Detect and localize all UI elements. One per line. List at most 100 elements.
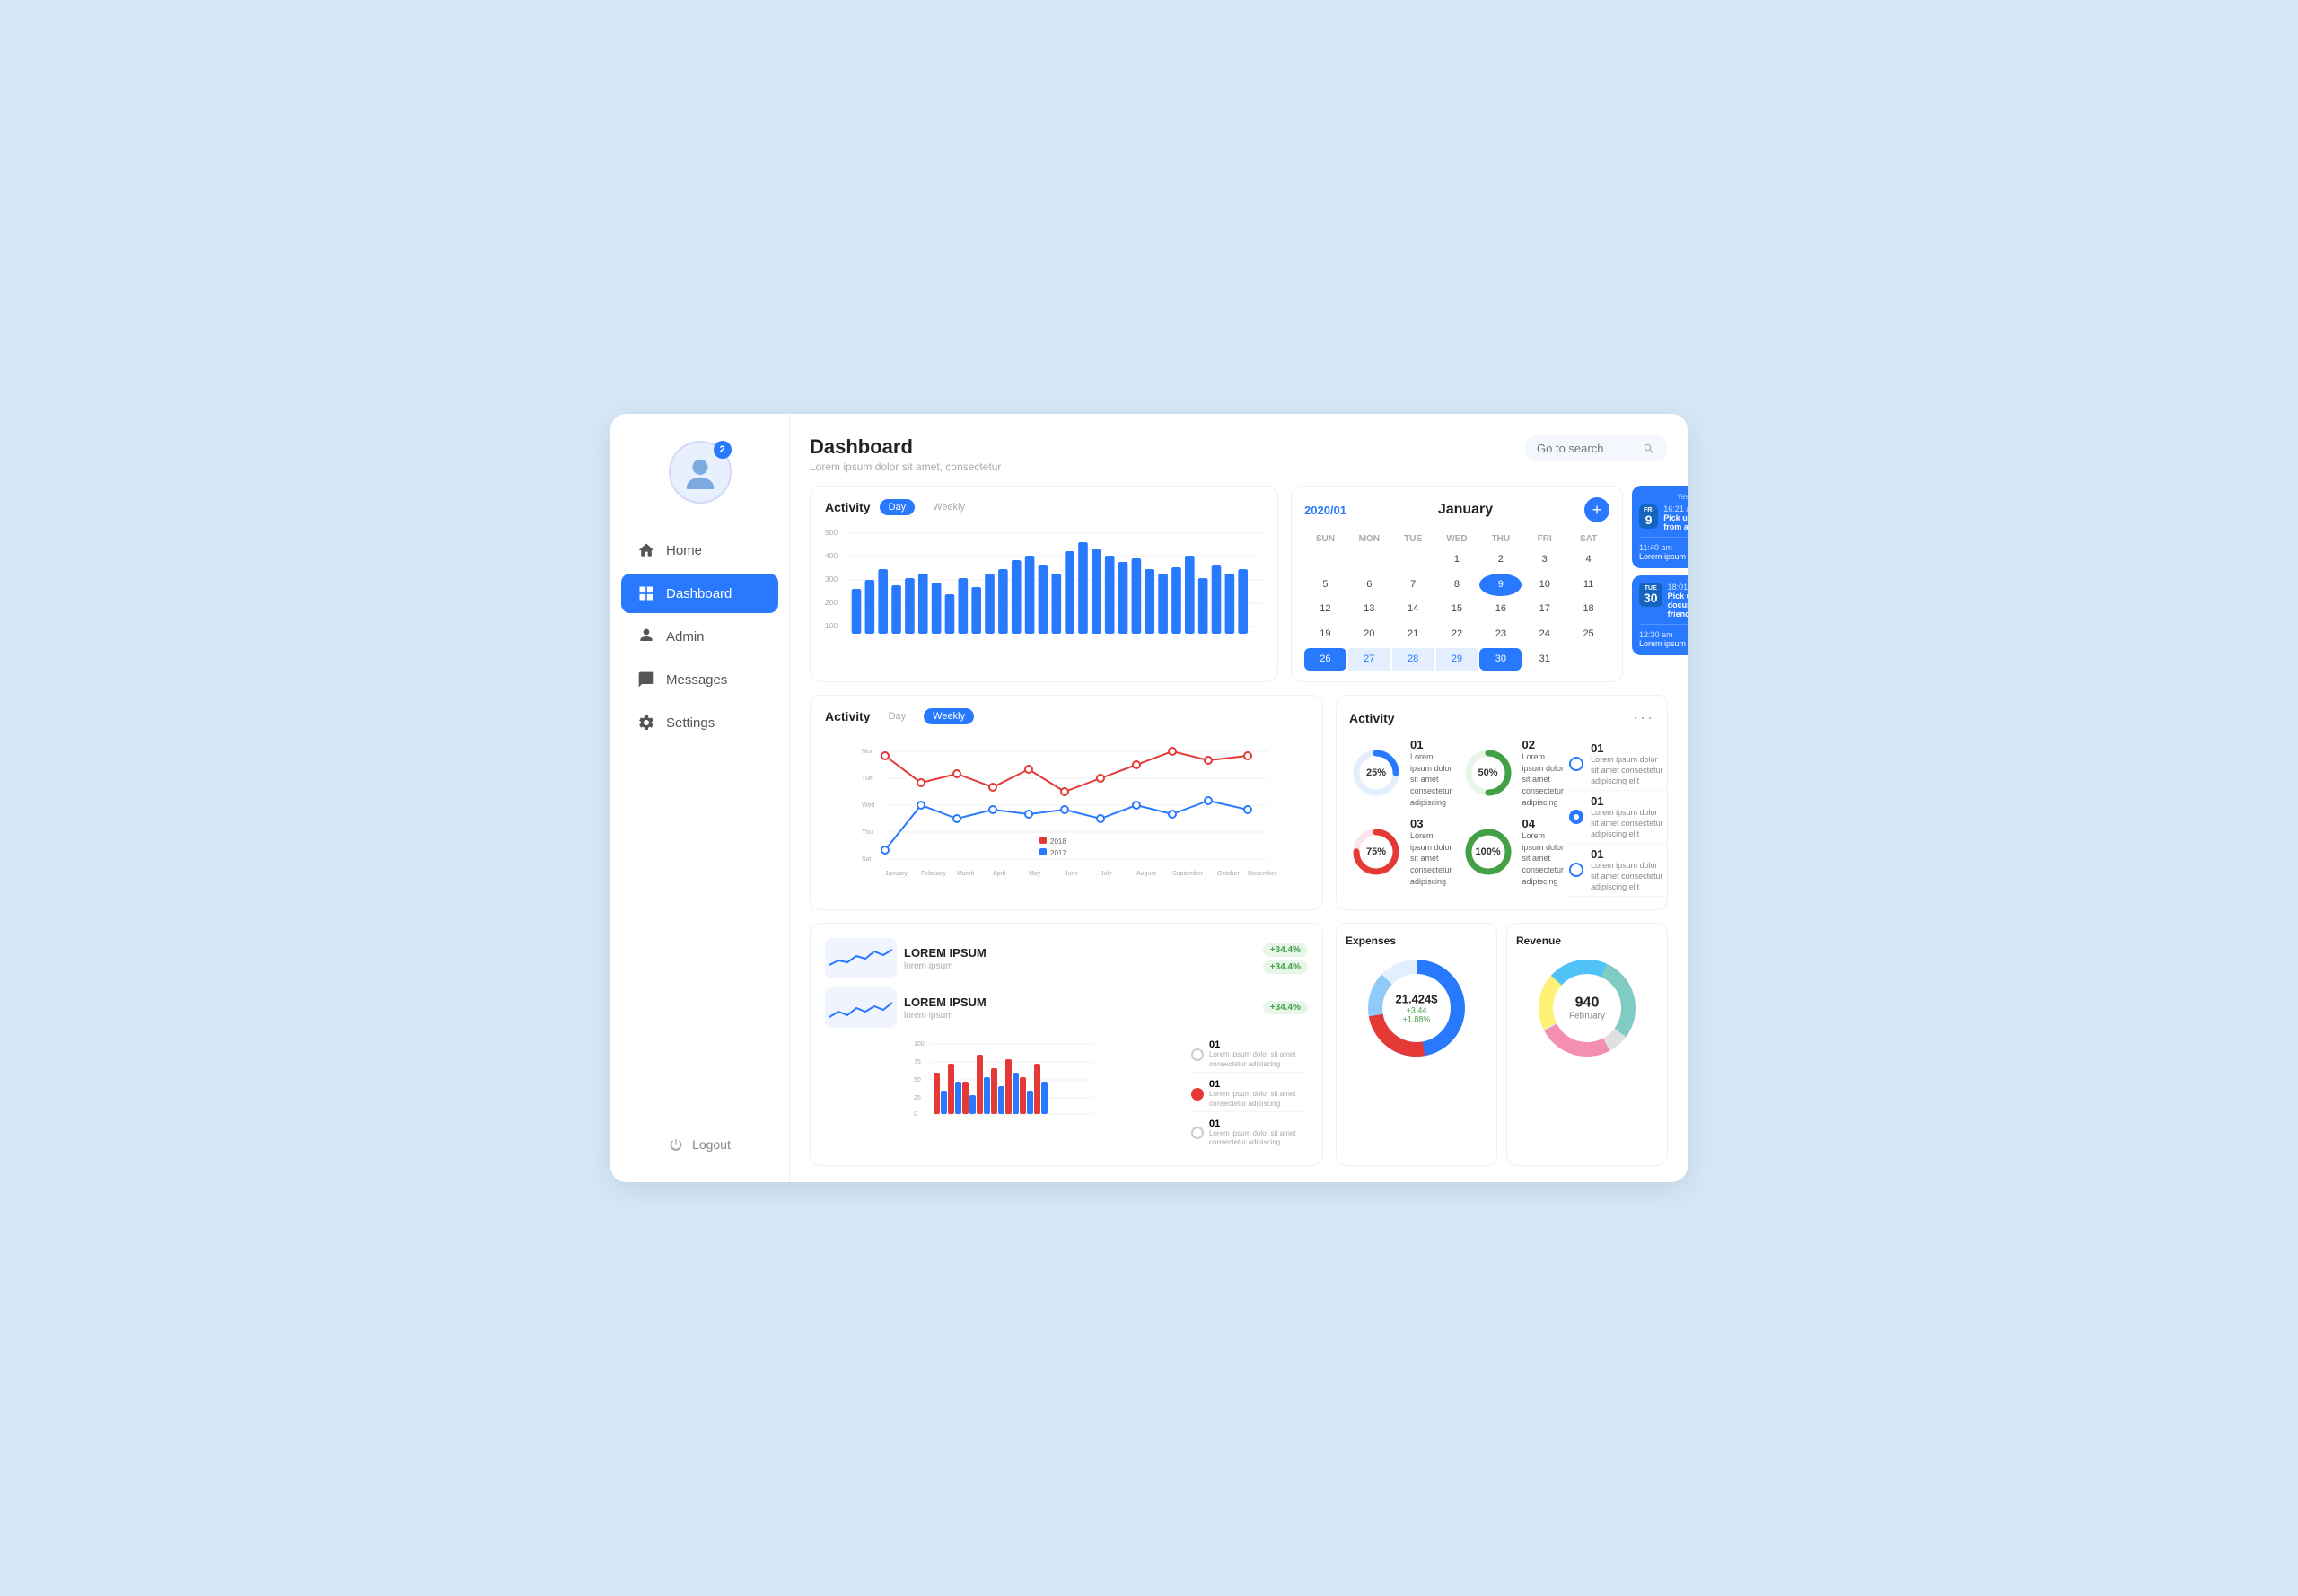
- event-tue: TUE 30 18:01 am Pick up documents from a…: [1632, 575, 1688, 655]
- bar-chart-header: Activity Day Weekly: [825, 499, 1263, 515]
- donut-label-2: 50%: [1478, 767, 1498, 778]
- circle-num-4: 04: [1522, 817, 1565, 830]
- tab-day-line-button[interactable]: Day: [880, 708, 916, 724]
- user-icon: [683, 455, 717, 489]
- svg-text:October: October: [1217, 871, 1241, 877]
- expenses-card: Expenses 21.424$ +3.44 +1.88%: [1336, 923, 1497, 1165]
- expenses-revenue-section: Expenses 21.424$ +3.44 +1.88%: [1336, 923, 1668, 1165]
- sparkline-svg-1: [829, 943, 892, 974]
- cal-day[interactable]: 19: [1304, 623, 1346, 646]
- cal-day[interactable]: 31: [1523, 648, 1566, 671]
- cal-day[interactable]: 3: [1523, 548, 1566, 572]
- cal-day[interactable]: 27: [1348, 648, 1390, 671]
- cal-day[interactable]: 10: [1523, 574, 1566, 597]
- event-tue-first: TUE 30 18:01 am Pick up documents from a…: [1639, 583, 1688, 618]
- cal-header-sun: SUN: [1304, 531, 1346, 547]
- cal-day[interactable]: [1304, 548, 1346, 572]
- cal-day[interactable]: 20: [1348, 623, 1390, 646]
- expenses-change2: +1.88%: [1396, 1015, 1438, 1024]
- cal-day[interactable]: 28: [1392, 648, 1434, 671]
- stats-right-desc-2: Lorem ipsum dolor sit amet consectetur a…: [1209, 1090, 1308, 1109]
- cal-day[interactable]: 2: [1479, 548, 1522, 572]
- cal-day[interactable]: 15: [1436, 598, 1478, 621]
- cal-day-highlighted[interactable]: 30: [1479, 648, 1522, 671]
- bottom-row: LOREM IPSUM lorem ipsum +34.4% +34.4%: [810, 923, 1668, 1165]
- svg-text:100: 100: [914, 1041, 925, 1048]
- svg-text:100: 100: [825, 622, 838, 630]
- sidebar: 2 Home Dashboard Admin: [610, 414, 790, 1182]
- more-options-button[interactable]: ···: [1633, 708, 1654, 727]
- cal-day[interactable]: 7: [1392, 574, 1434, 597]
- donut-label-1: 25%: [1366, 767, 1386, 778]
- circle-num-3: 03: [1410, 817, 1452, 830]
- cal-day[interactable]: 29: [1436, 648, 1478, 671]
- calendar-card: 2020/01 January + SUN MON TUE WED THU FR…: [1291, 486, 1623, 682]
- search-input[interactable]: [1537, 442, 1636, 455]
- sidebar-item-messages[interactable]: Messages: [621, 660, 778, 699]
- act-right-content-3: 01 Lorem ipsum dolor sit amet consectetu…: [1591, 847, 1668, 892]
- revenue-title: Revenue: [1516, 934, 1561, 947]
- cal-day[interactable]: 11: [1567, 574, 1609, 597]
- cal-day[interactable]: 22: [1436, 623, 1478, 646]
- cal-day[interactable]: 12: [1304, 598, 1346, 621]
- activity-right-list: 01 Lorem ipsum dolor sit amet consectetu…: [1569, 738, 1668, 897]
- svg-text:June: June: [1065, 871, 1078, 877]
- header-text: Dashboard Lorem ipsum dolor sit amet, co…: [810, 435, 1001, 473]
- sidebar-item-dashboard[interactable]: Dashboard: [621, 574, 778, 613]
- tab-weekly-button[interactable]: Weekly: [924, 499, 974, 515]
- cal-day[interactable]: [1348, 548, 1390, 572]
- stats-right-item-1: 01 Lorem ipsum dolor sit amet consectetu…: [1191, 1037, 1308, 1073]
- tab-day-button[interactable]: Day: [880, 499, 916, 515]
- svg-text:November: November: [1248, 871, 1277, 877]
- cal-day[interactable]: 4: [1567, 548, 1609, 572]
- cal-day[interactable]: 24: [1523, 623, 1566, 646]
- cal-day[interactable]: 14: [1392, 598, 1434, 621]
- cal-day-highlighted[interactable]: 26: [1304, 648, 1346, 671]
- cal-day[interactable]: 13: [1348, 598, 1390, 621]
- sidebar-item-home[interactable]: Home: [621, 531, 778, 570]
- sidebar-item-admin[interactable]: Admin: [621, 617, 778, 656]
- cal-day[interactable]: 17: [1523, 598, 1566, 621]
- act-right-num-1: 01: [1591, 741, 1668, 755]
- tab-weekly-line-button[interactable]: Weekly: [924, 708, 974, 724]
- act-radio-inner-2: [1574, 814, 1579, 820]
- cal-day[interactable]: 5: [1304, 574, 1346, 597]
- stats-badge-1a: +34.4%: [1263, 943, 1308, 957]
- add-event-button[interactable]: +: [1584, 497, 1609, 522]
- cal-day[interactable]: 1: [1436, 548, 1478, 572]
- cal-header-sat: SAT: [1567, 531, 1609, 547]
- sidebar-item-settings[interactable]: Settings: [621, 703, 778, 742]
- main-header: Dashboard Lorem ipsum dolor sit amet, co…: [810, 435, 1668, 473]
- act-right-item-1: 01 Lorem ipsum dolor sit amet consectetu…: [1569, 738, 1668, 791]
- line-chart-title: Activity: [825, 709, 871, 723]
- cal-day[interactable]: 25: [1567, 623, 1609, 646]
- cal-day[interactable]: 21: [1392, 623, 1434, 646]
- svg-text:0: 0: [914, 1111, 917, 1118]
- cal-day[interactable]: 23: [1479, 623, 1522, 646]
- svg-text:May: May: [1029, 871, 1041, 877]
- stats-right-num-2: 01: [1209, 1079, 1308, 1090]
- cal-day-today[interactable]: 9: [1479, 574, 1522, 597]
- cal-header-fri: FRI: [1523, 531, 1566, 547]
- cal-day[interactable]: 18: [1567, 598, 1609, 621]
- cal-day[interactable]: 16: [1479, 598, 1522, 621]
- cal-day[interactable]: 8: [1436, 574, 1478, 597]
- expenses-change1: +3.44: [1396, 1006, 1438, 1015]
- cal-day[interactable]: 6: [1348, 574, 1390, 597]
- expenses-title: Expenses: [1346, 934, 1396, 947]
- stats-title-2: LOREM IPSUM: [904, 995, 1256, 1009]
- circles-content: 25% 01 Lorem ipsum dolor sit amet consec…: [1349, 738, 1654, 897]
- bar-chart-title: Activity: [825, 500, 871, 514]
- cal-day[interactable]: [1392, 548, 1434, 572]
- logout-button[interactable]: Logout: [653, 1125, 747, 1164]
- bar-chart-svg: 500 400 300 200 100: [825, 524, 1263, 641]
- line-chart-header: Activity Day Weekly: [825, 708, 1308, 724]
- cal-day[interactable]: [1567, 648, 1609, 671]
- search-bar[interactable]: [1524, 435, 1668, 461]
- sparkline-svg-2: [829, 992, 892, 1023]
- stats-badge-2: +34.4%: [1263, 1001, 1308, 1014]
- activity-circles-header: Activity ···: [1349, 708, 1654, 727]
- cal-header-mon: MON: [1348, 531, 1390, 547]
- logout-icon: [669, 1137, 683, 1152]
- expenses-center: 21.424$ +3.44 +1.88%: [1396, 993, 1438, 1024]
